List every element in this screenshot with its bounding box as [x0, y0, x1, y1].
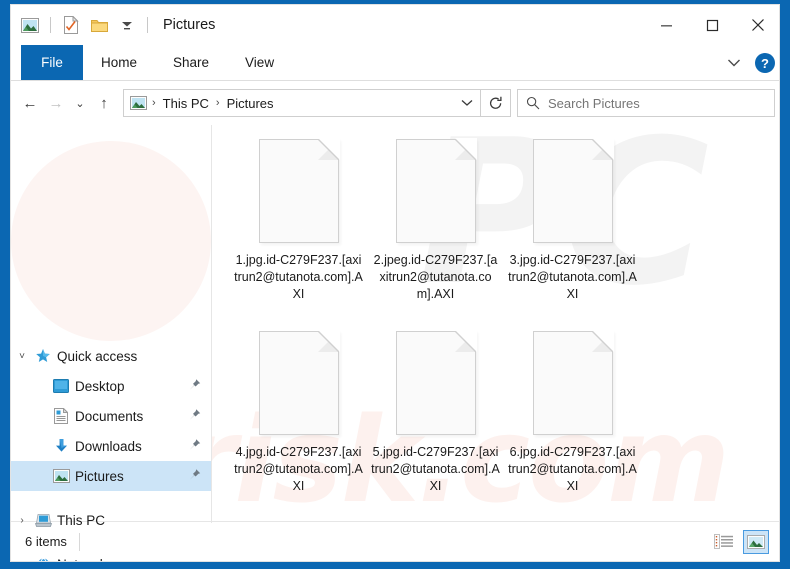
this-pc-icon [33, 511, 53, 529]
quick-access-toolbar [11, 5, 151, 45]
search-icon [526, 96, 540, 110]
file-tile[interactable]: 5.jpg.id-C279F237.[axitrun2@tutanota.com… [367, 327, 504, 519]
new-folder-icon[interactable] [88, 14, 110, 36]
sidebar-item-network[interactable]: › Network [11, 549, 211, 562]
file-tile[interactable]: 6.jpg.id-C279F237.[axitrun2@tutanota.com… [504, 327, 641, 519]
file-name: 1.jpg.id-C279F237.[axitrun2@tutanota.com… [234, 253, 363, 301]
tab-file[interactable]: File [21, 45, 83, 80]
file-tile[interactable]: 4.jpg.id-C279F237.[axitrun2@tutanota.com… [230, 327, 367, 519]
chevron-right-icon[interactable]: › [11, 559, 33, 562]
breadcrumb: › This PC › Pictures [130, 96, 456, 111]
up-button[interactable]: ↑ [91, 88, 117, 118]
breadcrumb-separator-0[interactable]: › [151, 97, 157, 109]
file-tile[interactable]: 1.jpg.id-C279F237.[axitrun2@tutanota.com… [230, 135, 367, 327]
file-grid: 1.jpg.id-C279F237.[axitrun2@tutanota.com… [230, 135, 773, 519]
breadcrumb-this-pc[interactable]: This PC [159, 96, 213, 111]
star-icon [33, 347, 53, 365]
file-name: 2.jpeg.id-C279F237.[axitrun2@tutanota.co… [373, 253, 498, 301]
large-icons-view-icon[interactable] [743, 529, 769, 554]
back-button[interactable]: ← [17, 88, 43, 118]
downloads-icon [51, 437, 71, 455]
navigation-bar: ← → ⌄ ↑ › This PC › Pictures Search Pict… [11, 81, 779, 125]
chevron-down-icon[interactable]: ˅ [11, 351, 33, 362]
file-list-pane[interactable]: PC risk.com 1.jpg.id-C279F237.[axitrun2@… [212, 125, 779, 523]
sidebar-item-label: Downloads [75, 438, 142, 454]
sidebar-item-label: Pictures [75, 468, 124, 484]
window-title: Pictures [163, 17, 216, 33]
breadcrumb-separator-1[interactable]: › [215, 97, 221, 109]
tab-share[interactable]: Share [155, 45, 227, 80]
explorer-body: ˅ Quick access Desktop Documents Downloa… [11, 125, 779, 561]
navigation-pane: ˅ Quick access Desktop Documents Downloa… [11, 125, 212, 561]
qat-separator-2 [147, 17, 148, 33]
file-explorer-window: Pictures File Home Share View ? ← → ⌄ ↑ … [0, 0, 790, 569]
network-icon [33, 555, 53, 561]
blank-document-icon [258, 330, 340, 435]
search-input[interactable] [548, 95, 766, 111]
pin-icon[interactable] [189, 379, 201, 394]
ribbon-tabs: File Home Share View [11, 45, 292, 80]
forward-button[interactable]: → [43, 88, 69, 118]
sidebar-item-label: Desktop [75, 378, 125, 394]
address-bar[interactable]: › This PC › Pictures [123, 89, 481, 117]
pictures-icon [51, 467, 71, 485]
ribbon-tab-strip: File Home Share View ? [11, 45, 779, 81]
help-button[interactable]: ? [755, 53, 775, 73]
minimize-button[interactable] [643, 5, 689, 45]
file-name: 6.jpg.id-C279F237.[axitrun2@tutanota.com… [508, 445, 637, 493]
blank-document-icon [395, 330, 477, 435]
desktop-icon [51, 377, 71, 395]
sidebar-item-label: Network [57, 557, 107, 562]
pin-icon[interactable] [189, 469, 201, 484]
chevron-right-icon[interactable]: › [11, 515, 33, 526]
customize-chevron-icon[interactable] [116, 14, 138, 36]
pin-icon[interactable] [189, 439, 201, 454]
view-toggles [711, 529, 769, 554]
pin-icon[interactable] [189, 409, 201, 424]
sidebar-item-desktop[interactable]: Desktop [11, 371, 211, 401]
breadcrumb-pictures[interactable]: Pictures [223, 96, 278, 111]
title-bar: Pictures [11, 5, 779, 45]
blank-document-icon [532, 138, 614, 243]
tab-view[interactable]: View [227, 45, 292, 80]
address-dropdown-chevron-icon[interactable] [456, 90, 478, 116]
ribbon-right-controls: ? [721, 45, 775, 81]
maximize-button[interactable] [689, 5, 735, 45]
file-tile[interactable]: 3.jpg.id-C279F237.[axitrun2@tutanota.com… [504, 135, 641, 327]
file-tile[interactable]: 2.jpeg.id-C279F237.[axitrun2@tutanota.co… [367, 135, 504, 327]
sidebar-item-label: Documents [75, 408, 144, 424]
expand-ribbon-chevron-icon[interactable] [721, 50, 747, 76]
qat-separator [50, 17, 51, 33]
search-box[interactable] [517, 89, 775, 117]
pictures-folder-icon[interactable] [19, 14, 41, 36]
sidebar-item-label: Quick access [57, 348, 138, 364]
sidebar-item-pictures[interactable]: Pictures [11, 461, 211, 491]
close-button[interactable] [735, 5, 779, 45]
tab-home[interactable]: Home [83, 45, 155, 80]
file-name: 3.jpg.id-C279F237.[axitrun2@tutanota.com… [508, 253, 637, 301]
sidebar-item-label: This PC [57, 512, 106, 528]
file-name: 5.jpg.id-C279F237.[axitrun2@tutanota.com… [371, 445, 500, 493]
window-controls [643, 5, 779, 45]
documents-icon [51, 407, 71, 425]
file-name: 4.jpg.id-C279F237.[axitrun2@tutanota.com… [234, 445, 363, 493]
window-frame: Pictures File Home Share View ? ← → ⌄ ↑ … [10, 4, 780, 562]
recent-locations-chevron-icon[interactable]: ⌄ [69, 88, 91, 118]
blank-document-icon [258, 138, 340, 243]
properties-icon[interactable] [60, 14, 82, 36]
blank-document-icon [395, 138, 477, 243]
pictures-icon[interactable] [130, 96, 147, 110]
blank-document-icon [532, 330, 614, 435]
watermark-dot [11, 141, 211, 341]
refresh-button[interactable] [481, 89, 511, 117]
sidebar-item-this-pc[interactable]: › This PC [11, 505, 211, 535]
sidebar-item-downloads[interactable]: Downloads [11, 431, 211, 461]
sidebar-item-documents[interactable]: Documents [11, 401, 211, 431]
details-view-icon[interactable] [711, 530, 737, 554]
sidebar-item-quick-access[interactable]: ˅ Quick access [11, 341, 211, 371]
